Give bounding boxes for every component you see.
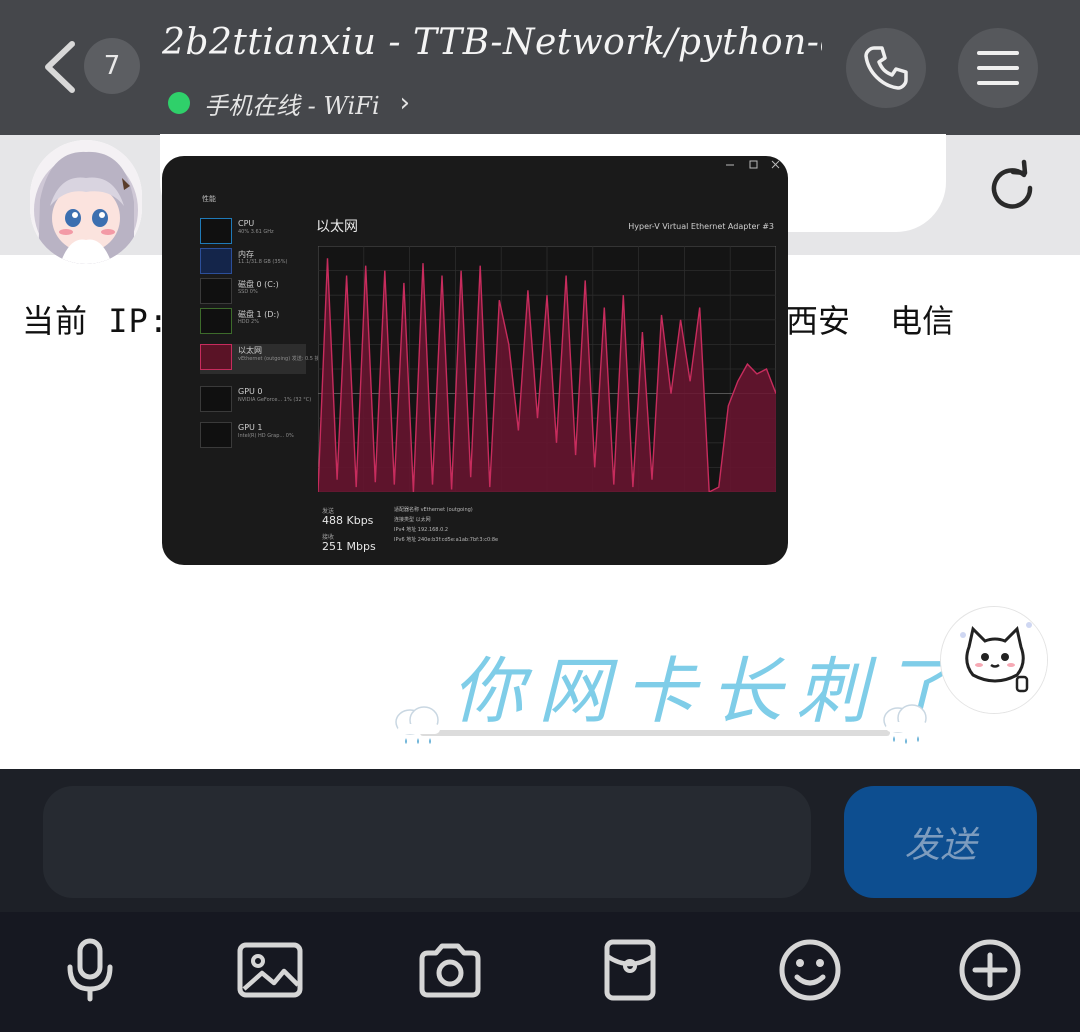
tm-sidebar: CPU 40% 3.61 GHz 内存 11.1/31.8 GB (35%) 磁… bbox=[196, 214, 346, 565]
unread-badge[interactable]: 7 bbox=[84, 38, 140, 94]
tm-item-label: GPU 1 bbox=[238, 423, 263, 432]
memory-thumb-icon bbox=[200, 248, 232, 274]
tm-item-memory: 内存 11.1/31.8 GB (35%) bbox=[200, 248, 306, 278]
tm-item-gpu0: GPU 0 NVIDIA GeForce... 1% (32 °C) bbox=[200, 386, 311, 416]
tm-info-line: IPv6 地址 240e:b3f:cd5e:a1ab:7bf:3:c0:8e bbox=[394, 537, 499, 543]
tm-item-sub: Intel(R) HD Grap... 0% bbox=[238, 433, 294, 439]
microphone-icon bbox=[67, 938, 113, 1002]
cpu-thumb-icon bbox=[200, 218, 232, 244]
tm-heading: 以太网 bbox=[316, 219, 358, 235]
tm-item-sub: SSD 0% bbox=[238, 289, 258, 295]
tm-item-disk1: 磁盘 1 (D:) HDD 2% bbox=[200, 308, 306, 338]
image-message[interactable]: 性能 CPU 40% 3.61 GHz 内存 11.1/31.8 GB (35%… bbox=[162, 156, 788, 565]
tm-item-sub: HDD 2% bbox=[238, 319, 259, 325]
disk-thumb-icon bbox=[200, 278, 232, 304]
online-status[interactable]: 手机在线 - WiFi › bbox=[168, 86, 410, 120]
emoji-icon bbox=[779, 939, 841, 1001]
red-packet-button[interactable] bbox=[590, 930, 670, 1010]
tm-item-label: CPU bbox=[238, 219, 255, 228]
disk-thumb-icon bbox=[200, 308, 232, 334]
ethernet-thumb-icon bbox=[200, 344, 232, 370]
tm-item-sub: 11.1/31.8 GB (35%) bbox=[238, 259, 288, 265]
sender-avatar[interactable] bbox=[30, 140, 142, 264]
send-button[interactable]: 发送 bbox=[844, 786, 1037, 898]
camera-button[interactable] bbox=[410, 930, 490, 1010]
gpu-thumb-icon bbox=[200, 386, 232, 412]
tm-window-title: 性能 bbox=[202, 195, 216, 203]
tm-adapter-name: Hyper-V Virtual Ethernet Adapter #3 bbox=[628, 222, 774, 231]
recv-value: 251 Mbps bbox=[322, 540, 376, 553]
plus-icon bbox=[959, 939, 1021, 1001]
status-text: 手机在线 - WiFi bbox=[204, 91, 380, 120]
ip-label: 当前 IP: bbox=[22, 302, 170, 340]
more-button[interactable] bbox=[950, 930, 1030, 1010]
cat-avatar-icon bbox=[941, 607, 1047, 713]
bottom-toolbar bbox=[0, 912, 1080, 1032]
throughput-graph bbox=[318, 246, 776, 492]
image-icon bbox=[237, 942, 303, 998]
bubble-underline bbox=[420, 730, 890, 736]
window-controls-icon bbox=[726, 160, 780, 169]
refresh-icon[interactable] bbox=[982, 158, 1042, 218]
emoji-button[interactable] bbox=[770, 930, 850, 1010]
rain-cloud-icon bbox=[883, 704, 928, 744]
call-button[interactable] bbox=[846, 28, 926, 108]
tm-item-disk0: 磁盘 0 (C:) SSD 0% bbox=[200, 278, 306, 308]
rain-cloud-icon bbox=[395, 706, 440, 744]
tm-item-cpu: CPU 40% 3.61 GHz bbox=[200, 218, 306, 248]
phone-icon bbox=[864, 46, 908, 90]
self-avatar[interactable] bbox=[940, 606, 1048, 714]
tm-info-line: 连接类型 以太网 bbox=[394, 517, 431, 523]
camera-icon bbox=[419, 943, 481, 998]
voice-button[interactable] bbox=[50, 930, 130, 1010]
red-packet-icon bbox=[604, 939, 656, 1001]
online-dot-icon bbox=[168, 92, 190, 114]
tm-item-gpu1: GPU 1 Intel(R) HD Grap... 0% bbox=[200, 422, 306, 452]
tm-item-sub: 40% 3.61 GHz bbox=[238, 229, 274, 235]
tm-item-ethernet: 以太网 vEthernet (outgoing) 发送: 0.5 接收: 251… bbox=[200, 344, 346, 374]
send-value: 488 Kbps bbox=[322, 514, 374, 527]
tm-info-line: 适配器名称 vEthernet (outgoing) bbox=[394, 507, 473, 513]
chat-header: 7 2b2ttianxiu - TTB-Network/python-o… 手机… bbox=[0, 0, 1080, 135]
menu-icon bbox=[977, 51, 1019, 85]
chat-title[interactable]: 2b2ttianxiu - TTB-Network/python-o… bbox=[162, 22, 822, 63]
tm-info-line: IPv4 地址 192.168.0.2 bbox=[394, 527, 449, 533]
ip-location: 西安 电信 bbox=[786, 302, 955, 340]
album-button[interactable] bbox=[230, 930, 310, 1010]
input-bar: 发送 bbox=[0, 769, 1080, 912]
chevron-right-icon: › bbox=[399, 88, 411, 118]
anime-avatar-icon bbox=[30, 140, 142, 264]
message-input[interactable] bbox=[43, 786, 811, 898]
tm-item-label: GPU 0 bbox=[238, 387, 263, 396]
menu-button[interactable] bbox=[958, 28, 1038, 108]
tm-item-sub: NVIDIA GeForce... 1% (32 °C) bbox=[238, 397, 312, 403]
gpu-thumb-icon bbox=[200, 422, 232, 448]
